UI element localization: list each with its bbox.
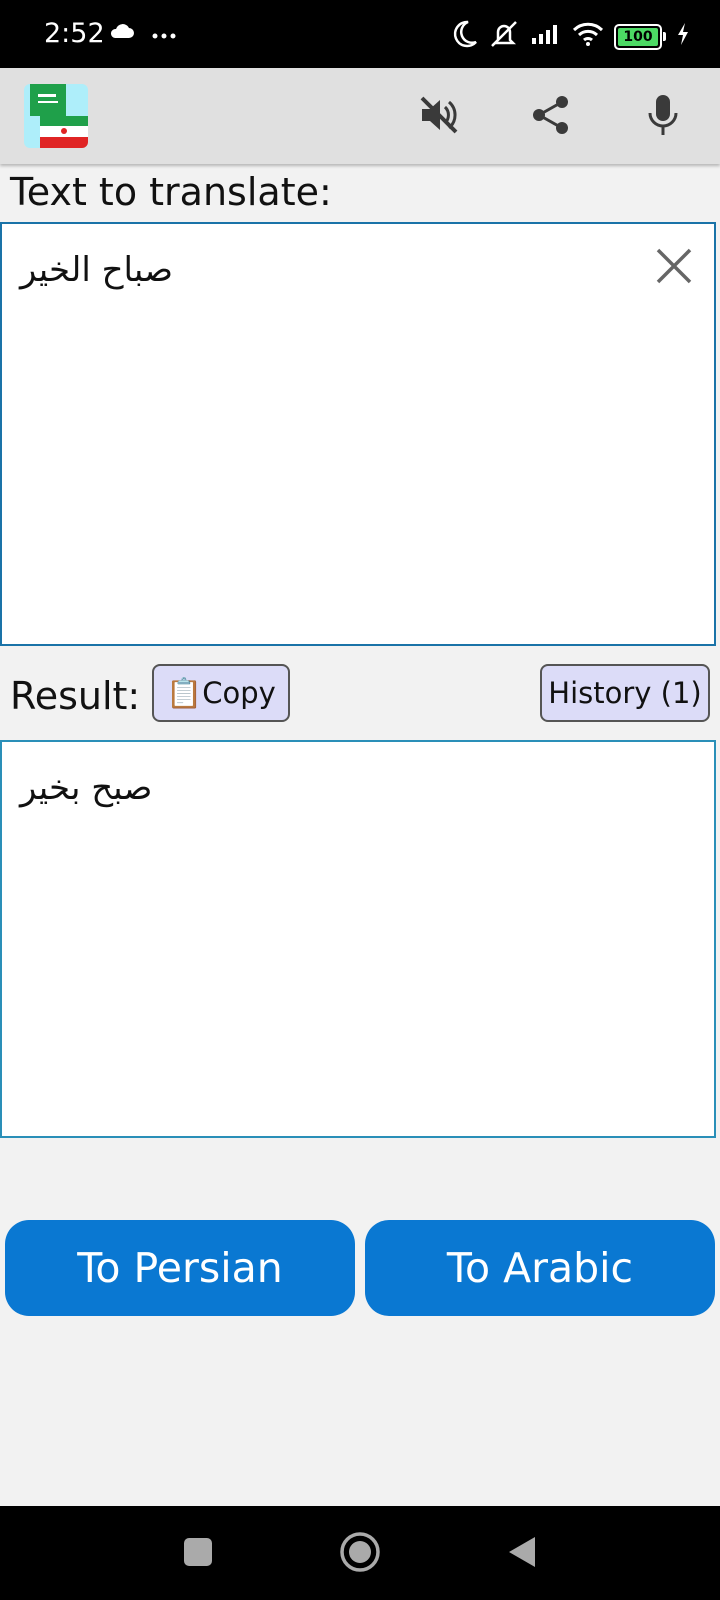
signal-icon bbox=[530, 22, 562, 51]
copy-button[interactable]: 📋Copy bbox=[152, 664, 290, 722]
status-bar: 2:52 100 bbox=[0, 0, 720, 68]
close-icon bbox=[654, 248, 694, 290]
result-output-area[interactable]: صبح بخير bbox=[0, 740, 716, 1138]
to-arabic-button[interactable]: To Arabic bbox=[365, 1220, 715, 1316]
system-nav-bar bbox=[0, 1506, 720, 1600]
status-left-icons bbox=[108, 22, 176, 45]
app-logo bbox=[24, 84, 88, 148]
microphone-button[interactable] bbox=[638, 92, 688, 142]
to-persian-button[interactable]: To Persian bbox=[5, 1220, 355, 1316]
clear-button[interactable] bbox=[654, 246, 694, 286]
vibrate-off-icon bbox=[488, 20, 520, 53]
back-triangle-icon bbox=[505, 1535, 539, 1574]
input-label: Text to translate: bbox=[10, 170, 332, 214]
battery-icon: 100 bbox=[614, 23, 662, 50]
mute-icon bbox=[418, 94, 460, 141]
share-icon bbox=[530, 94, 572, 141]
cloud-icon bbox=[108, 24, 140, 44]
status-right-icons: 100 bbox=[452, 20, 690, 53]
input-text-value: صباح الخير bbox=[20, 250, 174, 290]
history-button[interactable]: History (1) bbox=[540, 664, 710, 722]
wifi-icon bbox=[572, 21, 604, 52]
result-text-value: صبح بخير bbox=[20, 768, 153, 808]
battery-level: 100 bbox=[623, 28, 653, 45]
recents-button[interactable] bbox=[174, 1530, 222, 1578]
share-button[interactable] bbox=[526, 92, 576, 142]
status-time: 2:52 bbox=[44, 18, 105, 49]
recents-square-icon bbox=[182, 1536, 214, 1573]
app-toolbar bbox=[0, 68, 720, 164]
microphone-icon bbox=[642, 93, 684, 142]
home-button[interactable] bbox=[336, 1530, 384, 1578]
text-input-area[interactable]: صباح الخير bbox=[0, 222, 716, 646]
more-dots-icon bbox=[152, 27, 176, 44]
home-circle-icon bbox=[339, 1531, 381, 1578]
back-button[interactable] bbox=[498, 1530, 546, 1578]
charging-icon bbox=[676, 22, 690, 51]
result-label: Result: bbox=[10, 674, 141, 718]
moon-icon bbox=[452, 20, 478, 53]
mute-button[interactable] bbox=[414, 92, 464, 142]
